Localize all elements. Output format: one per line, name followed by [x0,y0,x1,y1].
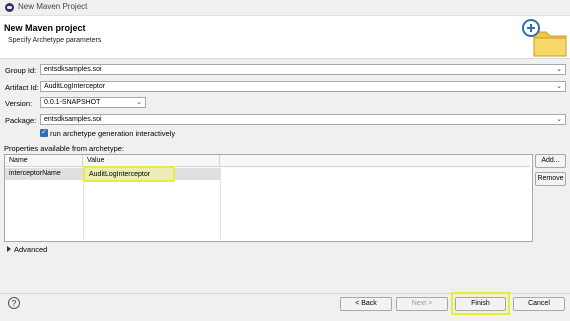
page-title: New Maven project [4,23,86,33]
chevron-down-icon[interactable]: ⌄ [556,65,562,74]
artifact-id-value: AuditLogInterceptor [44,83,106,90]
finish-button[interactable]: Finish [455,297,506,311]
app-icon [5,3,14,12]
group-id-label: Group Id: [5,66,37,75]
package-label: Package: [5,116,37,125]
property-value-cell[interactable]: AuditLogInterceptor [83,166,175,182]
chevron-down-icon[interactable]: ⌄ [136,98,142,107]
cancel-button[interactable]: Cancel [513,297,565,311]
package-value: entsdksamples.soi [44,116,102,123]
group-id-combo[interactable]: entsdksamples.soi ⌄ [40,64,566,75]
help-icon[interactable]: ? [8,297,20,309]
property-name-cell[interactable]: interceptorName [5,168,83,180]
expand-arrow-icon[interactable] [6,246,12,252]
properties-label: Properties available from archetype: [4,144,125,153]
window-title: New Maven Project [18,2,88,11]
interactive-checkbox[interactable]: ✓ [40,129,48,137]
remove-property-button[interactable]: Remove [535,172,566,186]
advanced-section-toggle[interactable]: Advanced [14,245,47,254]
version-combo[interactable]: 0.0.1-SNAPSHOT ⌄ [40,97,146,108]
next-button[interactable]: Next > [396,297,448,311]
page-subtitle: Specify Archetype parameters [8,37,102,44]
version-label: Version: [5,99,33,108]
artifact-id-combo[interactable]: AuditLogInterceptor ⌄ [40,81,566,92]
column-header-filler [220,155,530,167]
interactive-checkbox-label: run archetype generation interactively [50,129,176,138]
column-header-name[interactable]: Name [5,155,83,167]
add-property-button[interactable]: Add... [535,154,566,168]
group-id-value: entsdksamples.soi [44,66,102,73]
back-button[interactable]: < Back [340,297,392,311]
chevron-down-icon[interactable]: ⌄ [556,82,562,91]
new-folder-icon [522,19,567,57]
chevron-down-icon[interactable]: ⌄ [556,115,562,124]
artifact-id-label: Artifact Id: [5,83,39,92]
plus-icon [522,19,540,37]
column-divider [220,167,221,239]
package-combo[interactable]: entsdksamples.soi ⌄ [40,114,566,125]
version-value: 0.0.1-SNAPSHOT [44,99,101,106]
